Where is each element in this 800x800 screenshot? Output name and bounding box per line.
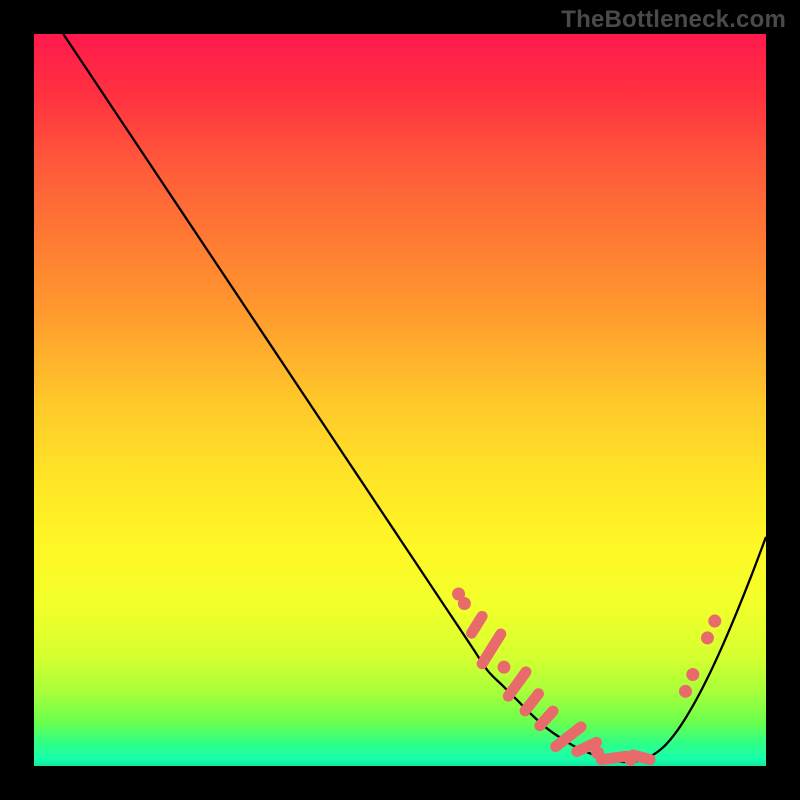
chart-svg <box>34 34 766 766</box>
highlight-dot <box>686 668 699 681</box>
highlight-dot <box>679 685 692 698</box>
highlight-pill <box>464 609 490 641</box>
highlight-dot <box>458 597 471 610</box>
attribution-label: TheBottleneck.com <box>561 6 786 34</box>
highlight-dot <box>708 615 721 628</box>
highlight-dot <box>701 631 714 644</box>
highlight-dot <box>497 661 510 674</box>
bottleneck-curve <box>63 34 766 762</box>
